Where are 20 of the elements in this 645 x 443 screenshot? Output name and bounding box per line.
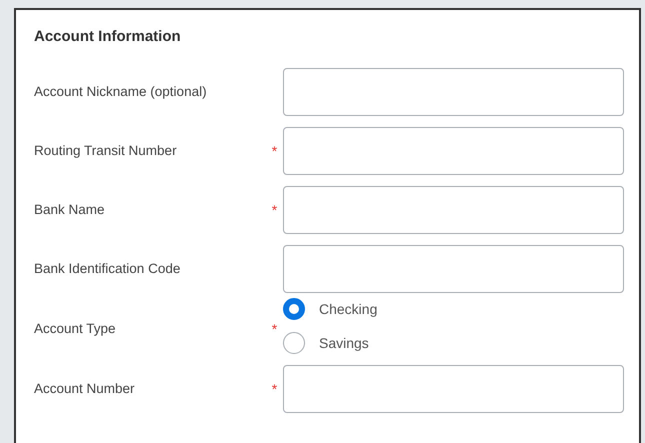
text-field[interactable] [283, 186, 624, 234]
field-label: Bank Identification Code [34, 260, 182, 278]
required-mark: * [272, 380, 278, 398]
text-field[interactable] [283, 245, 624, 293]
text-field[interactable] [283, 68, 624, 116]
required-mark: * [272, 320, 278, 338]
required-mark: * [272, 142, 278, 160]
field-label: Bank Name [34, 200, 106, 219]
required-mark: * [272, 200, 278, 220]
field-label: Account Nickname (optional) [34, 82, 208, 101]
radio-button[interactable] [283, 332, 305, 354]
radio-label: Savings [319, 334, 369, 353]
field-label: Account Number [34, 380, 136, 398]
radio-button[interactable] [283, 298, 305, 320]
text-field[interactable] [283, 127, 624, 175]
section-title: Account Information [34, 27, 182, 47]
field-label: Account Type [34, 320, 117, 338]
text-field[interactable] [283, 365, 624, 413]
radio-label: Checking [319, 300, 378, 319]
field-label: Routing Transit Number [34, 142, 178, 160]
